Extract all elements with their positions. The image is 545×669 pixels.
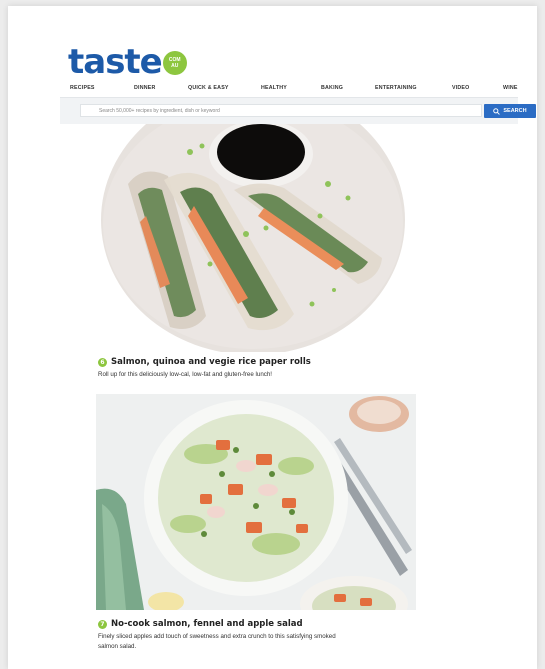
logo-badge: COM AU	[162, 51, 187, 75]
logo-badge-line2: AU	[171, 63, 179, 69]
search-button-label: SEARCH	[503, 108, 527, 114]
search-icon	[493, 107, 501, 115]
nav-item-recipes[interactable]: RECIPES	[70, 85, 95, 91]
recipe-7-title-text: No-cook salmon, fennel and apple salad	[111, 619, 303, 629]
nav-item-healthy[interactable]: HEALTHY	[261, 85, 287, 91]
salmon-salad-image[interactable]	[96, 394, 416, 610]
nav-item-quick-easy[interactable]: QUICK & EASY	[188, 85, 229, 91]
taste-logo[interactable]: taste COM AU	[68, 42, 187, 82]
nav-item-baking[interactable]: BAKING	[321, 85, 343, 91]
recipe-6-description: Roll up for this deliciously low-cal, lo…	[98, 371, 273, 378]
rice-paper-rolls-image[interactable]	[98, 124, 408, 352]
nav-item-video[interactable]: VIDEO	[452, 85, 469, 91]
recipe-6-number-badge: 6	[98, 357, 107, 367]
search-button[interactable]: SEARCH	[484, 104, 536, 118]
recipe-7-title[interactable]: 7 No-cook salmon, fennel and apple salad	[98, 619, 303, 629]
recipe-7-number-badge: 7	[98, 619, 107, 629]
nav-item-dinner[interactable]: DINNER	[134, 85, 156, 91]
page: taste COM AU RECIPES DINNER QUICK & EASY…	[8, 6, 537, 669]
recipe-6-title-text: Salmon, quinoa and vegie rice paper roll…	[111, 357, 311, 367]
main-nav: RECIPES DINNER QUICK & EASY HEALTHY BAKI…	[68, 85, 537, 97]
recipe-7-description: Finely sliced apples add touch of sweetn…	[98, 632, 336, 652]
search-bar: Search 50,000+ recipes by ingredient, di…	[60, 97, 536, 124]
nav-item-wine[interactable]: WINE	[503, 85, 518, 91]
logo-wordmark: taste	[68, 42, 163, 82]
recipe-7-description-line1: Finely sliced apples add touch of sweetn…	[98, 633, 336, 640]
search-input[interactable]: Search 50,000+ recipes by ingredient, di…	[80, 104, 482, 117]
recipe-6-title[interactable]: 6 Salmon, quinoa and vegie rice paper ro…	[98, 357, 311, 367]
recipe-7-description-line2: salmon salad.	[98, 643, 137, 650]
nav-item-entertaining[interactable]: ENTERTAINING	[375, 85, 417, 91]
